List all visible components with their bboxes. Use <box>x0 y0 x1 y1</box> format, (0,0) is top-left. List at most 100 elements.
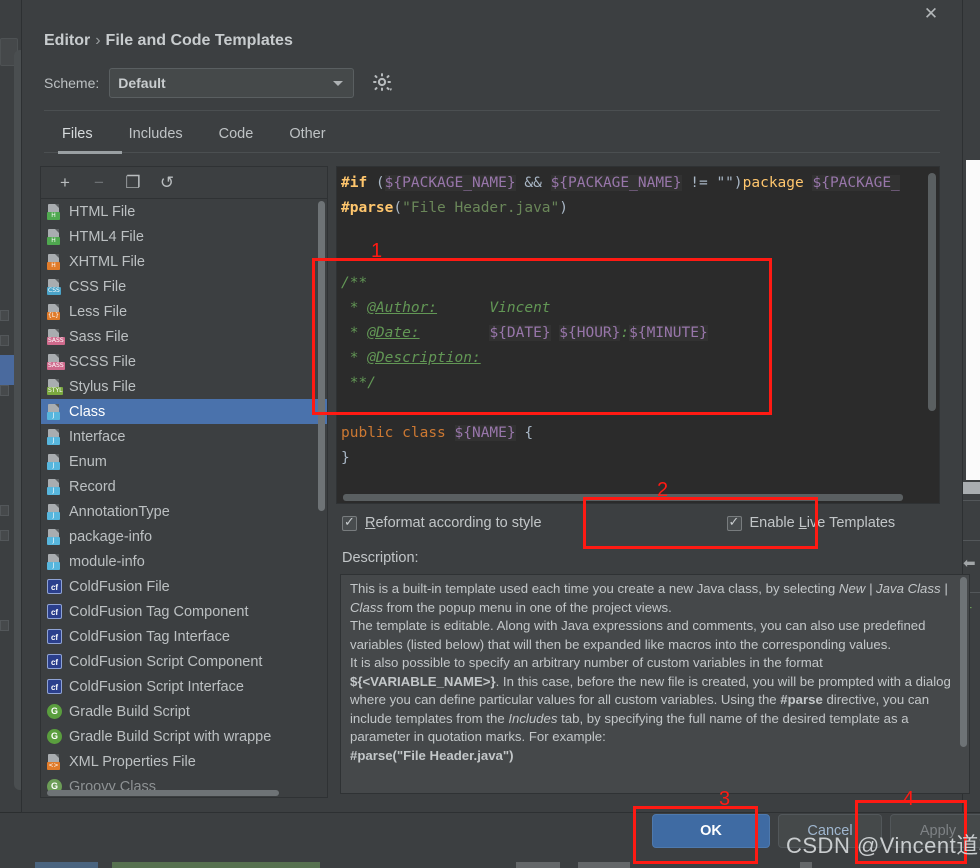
close-icon[interactable]: ✕ <box>918 2 944 26</box>
tab-includes[interactable]: Includes <box>111 120 201 152</box>
reset-template-button[interactable]: ↺ <box>153 171 181 195</box>
tab-active-indicator <box>58 151 122 154</box>
description-vertical-scrollbar[interactable] <box>960 577 967 747</box>
chevron-down-icon <box>333 80 344 86</box>
java-package-info-icon: J <box>47 528 62 545</box>
list-item[interactable]: cf ColdFusion Tag Interface <box>41 624 327 649</box>
annotation-number-3: 3 <box>719 788 731 810</box>
description-paragraph: The template is editable. Along with Jav… <box>350 618 926 652</box>
list-item[interactable]: cf ColdFusion Script Component <box>41 649 327 674</box>
list-item[interactable]: cf ColdFusion Tag Component <box>41 599 327 624</box>
scheme-select[interactable]: Default <box>109 68 355 98</box>
list-item-label: Record <box>69 478 116 495</box>
ide-minitab[interactable] <box>0 620 9 631</box>
list-item[interactable]: H HTML File <box>41 199 327 224</box>
tab-files[interactable]: Files <box>44 120 111 152</box>
coldfusion-icon: cf <box>47 629 62 644</box>
list-item[interactable]: CSS CSS File <box>41 274 327 299</box>
list-item-label: Enum <box>69 453 107 470</box>
breadcrumb-parent[interactable]: Editor <box>44 32 90 49</box>
description-paragraph: This is a built-in template used each ti… <box>350 581 948 615</box>
list-item-label: HTML4 File <box>69 228 144 245</box>
annotation-number-2: 2 <box>657 479 669 501</box>
list-item-label: Gradle Build Script with wrappe <box>69 728 272 745</box>
arrow-left-icon: ⬅ <box>963 555 976 572</box>
description-text: This is a built-in template used each ti… <box>341 575 969 765</box>
list-item[interactable]: G Gradle Build Script <box>41 699 327 724</box>
xhtml-file-icon: H <box>47 253 62 270</box>
list-item[interactable]: {L} Less File <box>41 299 327 324</box>
reformat-according-to-style-checkbox[interactable]: Reformat according to style <box>342 514 542 531</box>
description-paragraph: It is also possible to specify an arbitr… <box>350 655 951 744</box>
less-file-icon: {L} <box>47 303 62 320</box>
xml-properties-icon: <> <box>47 753 62 770</box>
coldfusion-icon: cf <box>47 579 62 594</box>
template-list-horizontal-scrollbar[interactable] <box>47 790 279 796</box>
tab-other[interactable]: Other <box>271 120 343 152</box>
list-item[interactable]: cf ColdFusion File <box>41 574 327 599</box>
annotation-box-2 <box>583 497 818 549</box>
list-item-label: Interface <box>69 428 126 445</box>
breadcrumb: Editor › File and Code Templates <box>44 32 293 50</box>
list-item[interactable]: J Interface <box>41 424 327 449</box>
list-item-label: ColdFusion Tag Interface <box>69 628 230 645</box>
scheme-label: Scheme: <box>44 75 100 91</box>
list-item[interactable]: SASS Sass File <box>41 324 327 349</box>
gear-icon[interactable] <box>372 72 394 94</box>
gradle-icon: G <box>47 729 62 744</box>
annotation-box-3 <box>633 806 758 864</box>
copy-template-button[interactable]: ❐ <box>119 171 147 195</box>
ide-minitab[interactable] <box>0 505 9 516</box>
annotation-box-1 <box>312 258 772 415</box>
list-item[interactable]: Jpackage-info <box>41 524 327 549</box>
template-list[interactable]: H HTML File H HTML4 File H XHTML File CSS CSS F… <box>41 199 327 797</box>
annotation-number-4: 4 <box>903 788 915 810</box>
java-module-info-icon: J <box>47 553 62 570</box>
list-item-label: Gradle Build Script <box>69 703 190 720</box>
list-item[interactable]: cf ColdFusion Script Interface <box>41 674 327 699</box>
java-enum-icon: J <box>47 453 62 470</box>
template-tabs: Files Includes Code Other <box>44 120 344 152</box>
list-item[interactable]: SASS SCSS File <box>41 349 327 374</box>
add-template-button[interactable]: + <box>51 171 79 195</box>
ide-right-scrollbar[interactable] <box>962 482 980 494</box>
ide-minitab[interactable] <box>0 310 9 321</box>
coldfusion-icon: cf <box>47 679 62 694</box>
ide-minitab[interactable] <box>0 530 9 541</box>
screenshot-root: ⬅ T ✕ Editor›File and Code Templates Sch… <box>0 0 980 868</box>
ide-minitab[interactable] <box>0 385 9 396</box>
list-item-label: CSS File <box>69 278 127 295</box>
list-item-label: module-info <box>69 553 145 570</box>
java-class-icon: J <box>47 403 62 420</box>
list-item-label: ColdFusion Script Component <box>69 653 263 670</box>
java-annotation-icon: J <box>47 503 62 520</box>
editor-vertical-scrollbar[interactable] <box>928 173 936 411</box>
ide-right-white-panel <box>966 160 980 480</box>
list-item[interactable]: STYL Stylus File <box>41 374 327 399</box>
list-item[interactable]: J Record <box>41 474 327 499</box>
checkbox-checked-icon <box>342 514 357 531</box>
reformat-label: Reformat according to style <box>365 515 542 531</box>
list-item[interactable]: <> XML Properties File <box>41 749 327 774</box>
breadcrumb-separator: › <box>95 32 101 49</box>
list-item[interactable]: H HTML4 File <box>41 224 327 249</box>
divider <box>962 500 980 501</box>
html4-file-icon: H <box>47 228 62 245</box>
sass-file-icon: SASS <box>47 328 65 345</box>
ide-minitab[interactable] <box>0 335 9 346</box>
list-item-label: package-info <box>69 528 153 545</box>
coldfusion-icon: cf <box>47 654 62 669</box>
watermark: CSDN @Vincent道格 <box>786 833 980 858</box>
list-item[interactable]: J AnnotationType <box>41 499 327 524</box>
list-item[interactable]: J Class <box>41 399 327 424</box>
divider <box>44 110 940 111</box>
list-item[interactable]: J Enum <box>41 449 327 474</box>
list-item[interactable]: H XHTML File <box>41 249 327 274</box>
list-item-label: Sass File <box>69 328 129 345</box>
list-item-label: XML Properties File <box>69 753 196 770</box>
remove-template-button: − <box>94 172 104 192</box>
list-item-label: AnnotationType <box>69 503 170 520</box>
tab-code[interactable]: Code <box>201 120 272 152</box>
list-item[interactable]: G Gradle Build Script with wrappe <box>41 724 327 749</box>
list-item[interactable]: Jmodule-info <box>41 549 327 574</box>
